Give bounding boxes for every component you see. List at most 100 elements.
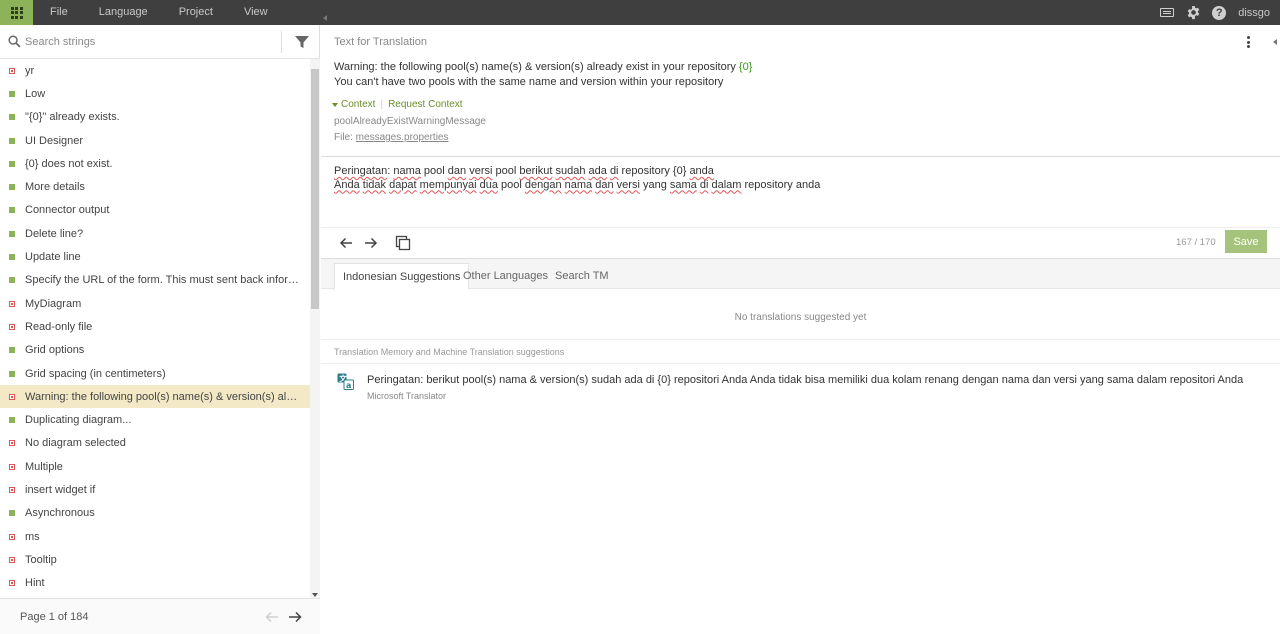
divider xyxy=(321,363,1280,364)
search-input[interactable] xyxy=(25,33,275,51)
translated-status-icon xyxy=(9,160,15,167)
list-item-label: Specify the URL of the form. This must s… xyxy=(25,274,300,287)
list-item[interactable]: Grid spacing (in centimeters) xyxy=(0,362,310,385)
keyboard-shortcuts-button[interactable] xyxy=(1154,0,1180,25)
previous-string-arrow-icon[interactable] xyxy=(338,235,354,251)
tab-indonesian-suggestions[interactable]: Indonesian Suggestions xyxy=(334,263,470,290)
list-item[interactable]: Multiple xyxy=(0,455,310,478)
apps-grid-button[interactable] xyxy=(0,0,33,25)
misspelled-word: dalam xyxy=(711,178,742,191)
list-item[interactable]: Tooltip xyxy=(0,548,310,571)
list-item[interactable]: MyDiagram xyxy=(0,292,310,315)
translation-text: repository {0} xyxy=(618,165,690,177)
list-item-label: Tooltip xyxy=(25,553,57,566)
list-item-label: ms xyxy=(25,530,40,543)
misspelled-word: di xyxy=(609,165,619,177)
copy-source-icon[interactable] xyxy=(395,235,411,251)
list-item[interactable]: Asynchronous xyxy=(0,502,310,525)
translated-status-icon xyxy=(9,510,15,517)
string-key: poolAlreadyExistWarningMessage xyxy=(334,116,486,127)
list-item-label: insert widget if xyxy=(25,483,96,496)
list-item[interactable]: Grid options xyxy=(0,339,310,362)
apps-grid-icon xyxy=(10,6,23,19)
misspelled-word: dengan xyxy=(524,178,562,191)
keyboard-icon xyxy=(1160,8,1175,17)
list-item[interactable]: Update line xyxy=(0,245,310,268)
list-item[interactable]: Duplicating diagram... xyxy=(0,408,310,431)
tm-section-header: Translation Memory and Machine Translati… xyxy=(334,347,565,357)
previous-page-arrow-icon[interactable] xyxy=(265,610,279,624)
more-options-icon[interactable] xyxy=(1247,36,1251,50)
translated-status-icon xyxy=(9,137,15,144)
untranslated-status-icon xyxy=(9,533,15,540)
list-item[interactable]: ms xyxy=(0,525,310,548)
list-item[interactable]: Specify the URL of the form. This must s… xyxy=(0,269,310,292)
list-item[interactable]: "{0}" already exists. xyxy=(0,106,310,129)
list-item-label: Duplicating diagram... xyxy=(25,414,132,427)
list-item[interactable]: yr xyxy=(0,59,310,82)
tab-other-languages[interactable]: Other Languages xyxy=(455,263,556,290)
help-button[interactable]: ? xyxy=(1206,0,1232,25)
collapse-right-panel-icon[interactable] xyxy=(1271,38,1279,46)
list-item[interactable]: Delete line? xyxy=(0,222,310,245)
filter-icon[interactable] xyxy=(294,34,310,50)
next-page-arrow-icon[interactable] xyxy=(288,610,302,624)
misspelled-word: nama xyxy=(393,165,421,177)
misspelled-word: nama xyxy=(564,178,593,191)
svg-text:a: a xyxy=(346,381,351,390)
context-toggle[interactable]: Context xyxy=(341,99,375,110)
misspelled-word: dan xyxy=(447,165,467,177)
scroll-down-arrow-icon[interactable] xyxy=(312,593,318,597)
list-item[interactable]: Read-only file xyxy=(0,315,310,338)
list-item-label: Grid options xyxy=(25,344,85,357)
list-item[interactable]: {0} does not exist. xyxy=(0,152,310,175)
user-name[interactable]: dissgo xyxy=(1232,7,1280,19)
misspelled-word: sama xyxy=(669,178,697,191)
untranslated-status-icon xyxy=(9,486,15,493)
list-item-label: Update line xyxy=(25,251,81,264)
menu-file[interactable]: File xyxy=(33,0,83,25)
list-item[interactable]: insert widget if xyxy=(0,478,310,501)
collapse-left-panel-icon[interactable] xyxy=(321,14,329,22)
settings-button[interactable] xyxy=(1180,0,1206,25)
list-item[interactable]: Warning: the following pool(s) name(s) &… xyxy=(0,385,310,409)
list-item[interactable]: Low xyxy=(0,82,310,105)
list-item-label: Delete line? xyxy=(25,227,84,240)
list-item-label: Multiple xyxy=(25,460,63,473)
suggestion-tabs: Indonesian Suggestions Other Languages S… xyxy=(321,259,1280,290)
list-item-label: Warning: the following pool(s) name(s) &… xyxy=(25,390,300,403)
list-item-label: Low xyxy=(25,87,46,100)
tab-search-tm[interactable]: Search TM xyxy=(547,263,617,290)
translated-status-icon xyxy=(9,347,15,354)
scroll-thumb[interactable] xyxy=(311,69,319,309)
save-button[interactable]: Save xyxy=(1225,230,1267,253)
misspelled-word: sudah xyxy=(555,165,586,177)
pager: Page 1 of 184 xyxy=(0,598,320,634)
translation-text: pool xyxy=(497,178,525,191)
list-item-label: {0} does not exist. xyxy=(25,157,113,170)
menu-view[interactable]: View xyxy=(228,0,283,25)
misspelled-word: dua xyxy=(479,178,498,191)
list-item-label: Connector output xyxy=(25,204,110,217)
translated-status-icon xyxy=(9,184,15,191)
file-link[interactable]: messages.properties xyxy=(356,132,449,143)
list-scrollbar[interactable] xyxy=(310,59,320,599)
list-item[interactable]: Connector output xyxy=(0,199,310,222)
source-line-1: Warning: the following pool(s) name(s) &… xyxy=(334,61,739,73)
context-row: Context | Request Context xyxy=(332,99,463,110)
menu-project[interactable]: Project xyxy=(163,0,228,25)
search-bar xyxy=(0,25,320,59)
source-header: Text for Translation xyxy=(334,36,427,48)
list-item[interactable]: UI Designer xyxy=(0,129,310,152)
misspelled-word: tidak xyxy=(362,178,387,191)
menu-language[interactable]: Language xyxy=(83,0,163,25)
top-right-controls: ? dissgo xyxy=(1154,0,1280,25)
misspelled-word: versi xyxy=(616,178,640,191)
mt-suggestion-text[interactable]: Peringatan: berikut pool(s) nama & versi… xyxy=(367,374,1243,386)
translation-editor[interactable]: Peringatan: nama pool dan versi pool ber… xyxy=(334,165,1234,192)
list-item[interactable]: More details xyxy=(0,175,310,198)
list-item[interactable]: Hint xyxy=(0,572,310,595)
list-item[interactable]: No diagram selected xyxy=(0,432,310,455)
next-string-arrow-icon[interactable] xyxy=(363,235,379,251)
request-context-link[interactable]: Request Context xyxy=(388,99,463,110)
